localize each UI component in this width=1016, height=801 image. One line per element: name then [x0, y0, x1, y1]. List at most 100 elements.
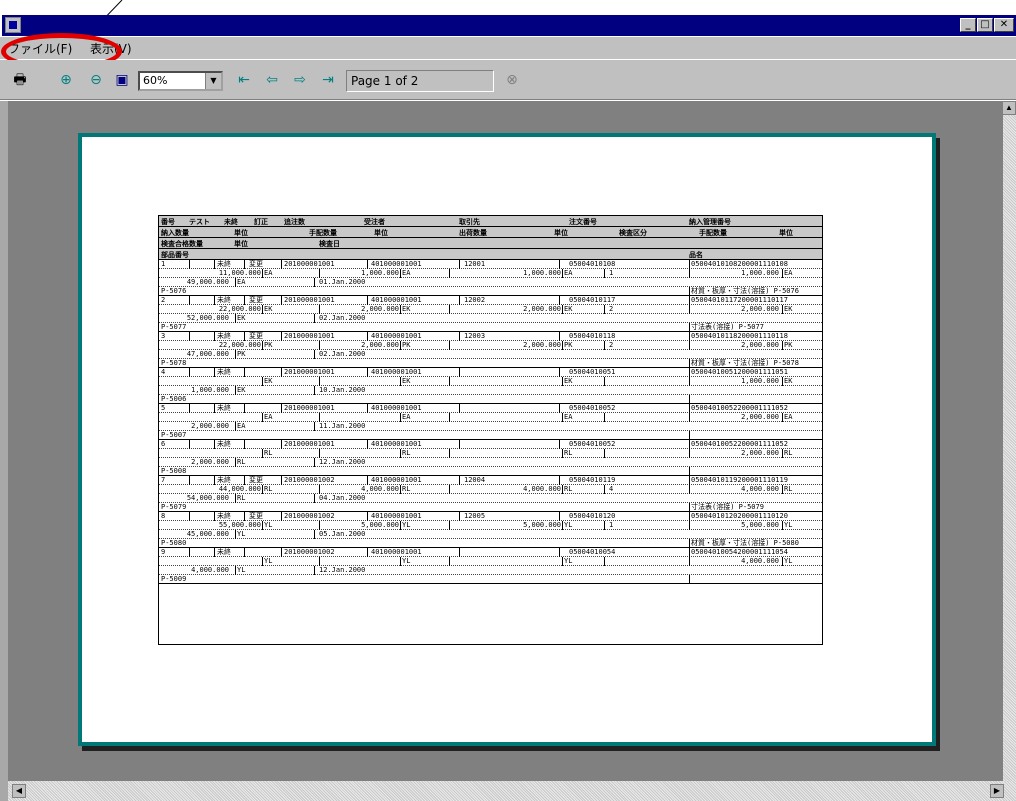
cell-divider [689, 449, 690, 458]
report-cell: 4 [609, 485, 614, 493]
cell-divider [262, 449, 263, 458]
cell-divider [244, 296, 245, 305]
report-cell: 1 [609, 521, 614, 529]
report-cell: 1,000.000 [741, 377, 779, 385]
zoom-select[interactable]: 60% ▼ [138, 71, 223, 91]
cell-divider [604, 305, 605, 314]
report-cell: P-5007 [161, 431, 187, 439]
cell-divider [449, 269, 450, 278]
report-cell: EA [784, 269, 793, 277]
scroll-right-icon[interactable]: ▶ [990, 784, 1004, 798]
prev-page-icon[interactable]: ⇦ [262, 70, 282, 90]
cell-divider [244, 440, 245, 449]
horizontal-scrollbar[interactable]: ◀ ▶ [8, 781, 1016, 801]
minimize-button[interactable]: _ [960, 18, 976, 32]
chevron-down-icon[interactable]: ▼ [205, 73, 221, 89]
cell-divider [367, 404, 368, 413]
header-cell: 検査区分 [619, 229, 647, 237]
cell-divider [459, 404, 460, 413]
report-cell: 寸法表(溶接) P-5079 [691, 503, 764, 511]
print-icon[interactable]: 🖶 [10, 70, 30, 90]
report-cell: 2,000.000 [741, 449, 779, 457]
cell-divider [459, 260, 460, 269]
report-cell: 52,000.000 [186, 314, 229, 322]
report-cell: 05004010119 [569, 476, 616, 484]
cell-divider [689, 332, 690, 341]
report-cell: 05004010117 [569, 296, 616, 304]
maximize-button[interactable]: □ [977, 18, 993, 32]
report-cell: YL [264, 557, 273, 565]
report-row: P-5008 [159, 467, 822, 476]
report-row: 1,000.000 EK 10.Jan.2000 [159, 386, 822, 395]
report-cell: YL [784, 557, 793, 565]
cell-divider [189, 368, 190, 377]
report-row: 7 未終 変更 201000001002 401000001001 12004 050040… [159, 476, 822, 485]
report-cell: 1,000.000 [741, 269, 779, 277]
report-row: 11,000.000 EA 1,000.000 EA 1,000.000 EA 1 1,000… [159, 269, 822, 278]
report-cell: PK [264, 341, 273, 349]
cell-divider [281, 368, 282, 377]
cell-divider [244, 368, 245, 377]
report-cell: 05004010120200001110120 [691, 512, 788, 520]
cell-divider [604, 449, 605, 458]
report-cell: P-5006 [161, 395, 187, 403]
zoom-out-icon[interactable]: ⊖ [86, 70, 106, 90]
report-cell: 12004 [464, 476, 486, 484]
cell-divider [689, 512, 690, 521]
report-cell: 2 [161, 296, 166, 304]
zoom-in-icon[interactable]: ⊕ [56, 70, 76, 90]
cell-divider [319, 413, 320, 422]
report-row: 55,000.000 YL 5,000.000 YL 5,000.000 YL 1 5,000… [159, 521, 822, 530]
stop-icon[interactable]: ⊗ [502, 70, 522, 90]
header-cell: 番号 [161, 218, 175, 226]
report-cell: EK [784, 377, 793, 385]
cell-divider [314, 494, 315, 503]
cell-divider [235, 350, 236, 359]
cell-divider [367, 332, 368, 341]
report-row: 2,000.000 EA 11.Jan.2000 [159, 422, 822, 431]
cell-divider [689, 269, 690, 278]
title-bar[interactable]: _ □ ✕ [2, 15, 1016, 36]
next-page-icon[interactable]: ⇨ [290, 70, 310, 90]
cell-divider [559, 404, 560, 413]
report-cell: RL [784, 485, 793, 493]
cell-divider [689, 476, 690, 485]
cell-divider [782, 269, 783, 278]
report-row: 2,000.000 RL 12.Jan.2000 [159, 458, 822, 467]
last-page-icon[interactable]: ⇥ [318, 70, 338, 90]
report-cell: 2,000.000 [191, 458, 229, 466]
cell-divider [400, 269, 401, 278]
cell-divider [689, 548, 690, 557]
fit-page-icon[interactable]: ▣ [112, 70, 132, 90]
close-button[interactable]: ✕ [994, 18, 1014, 32]
cell-divider [281, 512, 282, 521]
cell-divider [262, 485, 263, 494]
report-cell: 2 [609, 341, 614, 349]
report-cell: YL [564, 557, 573, 565]
report-cell: 11,000.000 [218, 269, 261, 277]
cell-divider [319, 269, 320, 278]
first-page-icon[interactable]: ⇤ [234, 70, 254, 90]
report-header-row: 検査合格数量 単位 検査日 [159, 238, 822, 249]
cell-divider [281, 296, 282, 305]
cell-divider [689, 305, 690, 314]
header-cell: 部品番号 [161, 251, 189, 259]
report-cell: PK [402, 341, 411, 349]
report-cell: 7 [161, 476, 166, 484]
report-cell: 05004010118 [569, 332, 616, 340]
cell-divider [314, 566, 315, 575]
report-row: 4 未終 201000001001 401000001001 05004010051 05… [159, 368, 822, 377]
scroll-left-icon[interactable]: ◀ [12, 784, 26, 798]
cell-divider [400, 305, 401, 314]
report-cell: RL [402, 449, 411, 457]
cell-divider [189, 260, 190, 269]
report-cell: 05004010052200001111052 [691, 404, 788, 412]
report-cell: 材質・板厚・寸法(溶接) P-5078 [691, 359, 799, 367]
report-row: 9 未終 201000001002 401000001001 05004010054 05… [159, 548, 822, 557]
report-cell: 05.Jan.2000 [319, 530, 366, 538]
vertical-scrollbar[interactable]: ▲ [1002, 101, 1016, 781]
report-cell: 201000001001 [284, 332, 335, 340]
scroll-up-icon[interactable]: ▲ [1002, 101, 1016, 115]
report-cell: EA [784, 413, 793, 421]
report-cell: P-5077 [161, 323, 187, 331]
